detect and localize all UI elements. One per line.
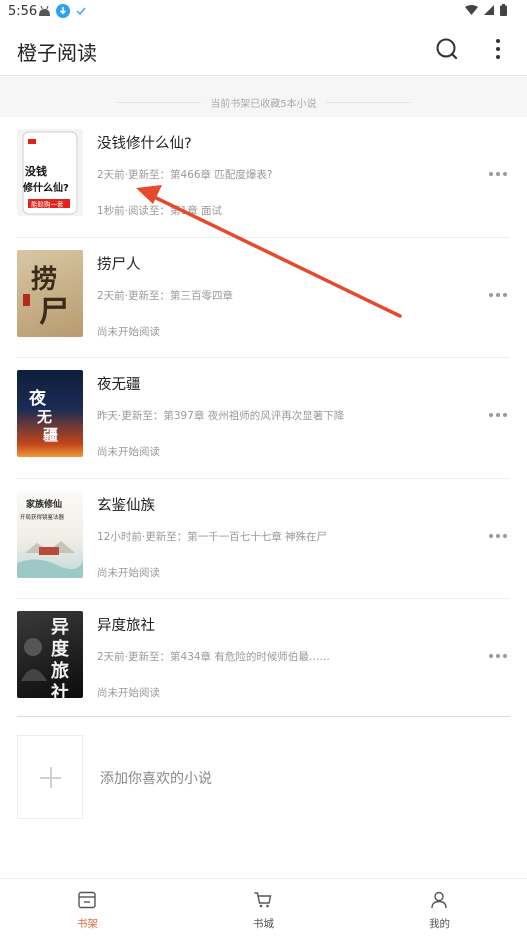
- book-latest-chapter: 2天前·更新至：第三百零四章: [97, 289, 234, 302]
- cover-text: 修什么仙?: [22, 181, 69, 194]
- bookshelf-icon: [78, 891, 96, 909]
- book-cover[interactable]: 夜 无 疆: [17, 370, 83, 457]
- cover-art-calligraphy: 捞 尸: [23, 265, 69, 330]
- book-item[interactable]: 夜 无 疆 夜无疆 昨天·更新至：第397章 夜州祖师的风评再次显著下降 尚未开…: [0, 358, 527, 479]
- book-item[interactable]: 没钱 修什么仙? 能赊购一套 没钱修什么仙? 2天前·更新至：第466章 匹配度…: [0, 117, 527, 238]
- more-vertical-icon: [496, 39, 500, 59]
- nav-tab-store[interactable]: 书城: [176, 879, 351, 937]
- check-icon: [76, 7, 86, 16]
- status-bar: 5:56: [0, 0, 527, 24]
- book-latest-chapter: 昨天·更新至：第397章 夜州祖师的风评再次显著下降: [97, 410, 345, 422]
- shelf-notice: 当前书架已收藏5本小说: [0, 77, 527, 117]
- cover-text: 社: [51, 682, 69, 698]
- add-novel-button[interactable]: [17, 735, 83, 819]
- cover-art-phone: 没钱 修什么仙? 能赊购一套: [22, 131, 78, 215]
- book-more-button[interactable]: [489, 531, 509, 541]
- status-system-icons: [465, 4, 507, 16]
- cover-text: 尸: [39, 295, 69, 330]
- android-icon: [39, 5, 50, 16]
- book-latest-chapter: 12小时前·更新至：第一千一百七十七章 神殊在尸: [97, 530, 328, 543]
- book-cover[interactable]: 没钱 修什么仙? 能赊购一套: [17, 129, 83, 216]
- overflow-menu-button[interactable]: [488, 36, 508, 62]
- cover-art-dark: 异 度 旅 社: [21, 617, 70, 698]
- book-latest-chapter: 2天前·更新至：第466章 匹配度爆表?: [97, 169, 273, 181]
- notice-divider-right: [326, 102, 411, 103]
- nav-label: 我的: [429, 918, 450, 930]
- nav-label: 书架: [77, 918, 98, 930]
- battery-icon: [500, 4, 507, 16]
- book-more-button[interactable]: [489, 410, 509, 420]
- cover-text: 捞: [31, 265, 57, 295]
- shelf-count-text: 当前书架已收藏5本小说: [210, 99, 317, 110]
- cover-text: 度: [51, 638, 70, 660]
- book-title[interactable]: 没钱修什么仙?: [97, 132, 192, 153]
- search-button[interactable]: [434, 36, 460, 62]
- book-cover[interactable]: 异 度 旅 社: [17, 611, 83, 698]
- nav-label: 书城: [253, 918, 274, 930]
- book-more-button[interactable]: [489, 169, 509, 179]
- cover-text: 夜: [28, 388, 47, 409]
- cover-text: 家族修仙: [26, 498, 62, 510]
- cover-art-ink: 家族修仙 开局获得镜鉴法器: [17, 498, 83, 578]
- search-icon: [436, 38, 458, 60]
- book-more-button[interactable]: [489, 651, 509, 661]
- plus-icon-vertical: [50, 767, 52, 788]
- shelf-divider: [17, 716, 510, 717]
- book-item[interactable]: 异 度 旅 社 异度旅社 2天前·更新至：第434章 有危险的时候师伯最…… 尚…: [0, 599, 527, 720]
- download-icon: [56, 4, 70, 18]
- book-reading-progress: 尚未开始阅读: [97, 446, 160, 458]
- book-title[interactable]: 夜无疆: [97, 373, 141, 394]
- book-list: 没钱 修什么仙? 能赊购一套 没钱修什么仙? 2天前·更新至：第466章 匹配度…: [0, 117, 527, 720]
- cover-text: 开局获得镜鉴法器: [20, 513, 65, 521]
- status-notification-icons: [38, 4, 87, 18]
- status-time: 5:56: [8, 4, 38, 19]
- nav-tab-profile[interactable]: 我的: [352, 879, 527, 937]
- add-novel-label[interactable]: 添加你喜欢的小说: [100, 768, 212, 788]
- cover-text: 没钱: [25, 164, 47, 178]
- bottom-navigation: 书架 书城 我的: [0, 878, 527, 937]
- cover-text: 异: [51, 617, 69, 638]
- cover-text: 无: [36, 408, 52, 426]
- book-reading-progress: 尚未开始阅读: [97, 325, 160, 338]
- cover-art-fire: 夜 无 疆: [28, 388, 58, 444]
- nav-tab-bookshelf[interactable]: 书架: [0, 879, 175, 937]
- book-title[interactable]: 异度旅社: [97, 614, 155, 635]
- book-item[interactable]: 家族修仙 开局获得镜鉴法器 玄鉴仙族 12小时前·更新至：第一千一百七十七章 神…: [0, 479, 527, 599]
- cart-icon: [254, 892, 272, 908]
- wifi-icon: [465, 5, 478, 15]
- cover-text: 旅: [51, 660, 69, 682]
- book-cover[interactable]: 捞 尸: [17, 249, 83, 337]
- book-reading-progress: 尚未开始阅读: [97, 566, 160, 579]
- book-cover[interactable]: 家族修仙 开局获得镜鉴法器: [17, 490, 83, 578]
- person-icon: [431, 891, 447, 909]
- book-item[interactable]: 捞 尸 捞尸人 2天前·更新至：第三百零四章 尚未开始阅读: [0, 238, 527, 358]
- book-title[interactable]: 玄鉴仙族: [97, 494, 155, 515]
- app-title: 橙子阅读: [17, 41, 97, 65]
- app-bar: 橙子阅读: [0, 24, 527, 76]
- cover-text: 能赊购一套: [31, 200, 64, 209]
- signal-icon: [484, 5, 494, 15]
- book-more-button[interactable]: [489, 290, 509, 300]
- book-reading-progress: 尚未开始阅读: [97, 687, 160, 699]
- book-reading-progress: 1秒前·阅读至：第1章 面试: [97, 205, 223, 217]
- book-latest-chapter: 2天前·更新至：第434章 有危险的时候师伯最……: [97, 651, 330, 663]
- book-title[interactable]: 捞尸人: [97, 253, 141, 274]
- cover-text: 疆: [43, 426, 58, 444]
